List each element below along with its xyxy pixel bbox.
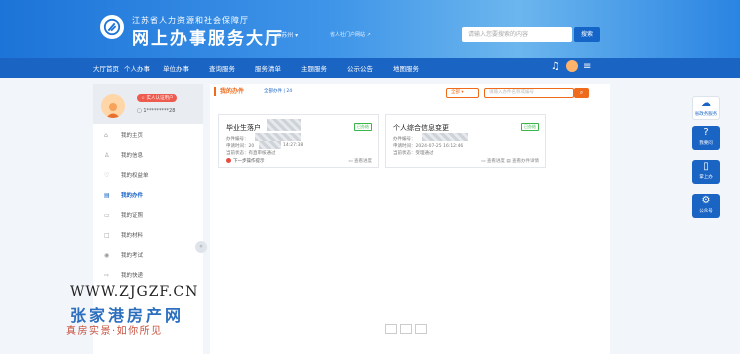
user-avatar-icon[interactable]: [566, 60, 578, 72]
apply-time-tail: 14:27:38: [283, 143, 304, 148]
sidebar-item-cases[interactable]: ▤ 我的办件: [93, 188, 203, 204]
nav-topic[interactable]: 主题服务: [301, 63, 327, 73]
sidebar-item-materials[interactable]: □ 我的材料: [93, 228, 203, 244]
verified-badge: ☆ 实人认证用户: [137, 94, 178, 102]
apply-time: 申请时间：2024-07-25 16:12:46: [393, 144, 464, 149]
avatar: [101, 94, 125, 118]
nav-personal[interactable]: 个人办事: [124, 63, 150, 73]
case-search-input[interactable]: 请输入办件名称或编号: [484, 88, 574, 98]
float-label: 省政务服务: [694, 112, 718, 117]
truck-icon: ⇨: [104, 272, 110, 279]
nav-query[interactable]: 查询服务: [209, 63, 235, 73]
redacted-area: [259, 141, 281, 149]
wechat-float[interactable]: ⚙ 公众号: [692, 194, 720, 218]
search-icon: ⌕: [579, 89, 584, 96]
sidebar-item-label: 我的主页: [121, 133, 144, 139]
main-content: 我的办件 全部办件 | 24 全部 ▾ 请输入办件名称或编号 ⌕ 毕业生落户 已…: [210, 84, 610, 354]
avatar-icon: [106, 103, 120, 118]
case-search-button[interactable]: ⌕: [574, 88, 589, 98]
site-header: 江苏省人力资源和社会保障厅 网上办事服务大厅 ◎苏州 ▾ 省人社门户网站 ↗ 请…: [0, 0, 740, 58]
apply-time: 申请时间：20: [226, 144, 255, 149]
sidebar-item-label: 我的材料: [121, 233, 144, 239]
current-status: 当前状态：有直审核通过: [226, 151, 276, 156]
wechat-icon: ⚙: [701, 195, 711, 206]
card-icon: ▭: [104, 212, 110, 219]
page-title: 我的办件: [220, 88, 245, 95]
nav-unit[interactable]: 单位办事: [163, 63, 189, 73]
nav-notice[interactable]: 公示公告: [347, 63, 373, 73]
redacted-area: [255, 133, 301, 141]
menu-icon[interactable]: ≡: [583, 61, 591, 72]
sidebar-collapse-button[interactable]: «: [195, 241, 207, 253]
next-step-hint[interactable]: 下一步操作提示: [226, 158, 265, 164]
float-label: 掌上办: [699, 175, 713, 180]
phone-icon: ▯: [703, 161, 709, 172]
sidebar-item-label: 我的信息: [121, 153, 144, 159]
list-icon: ▤: [104, 192, 110, 199]
header-search-input[interactable]: 请输入您要搜索的内容: [462, 27, 572, 42]
nav-map[interactable]: 地图服务: [393, 63, 419, 73]
site-logo[interactable]: [100, 15, 124, 39]
nav-home[interactable]: 大厅首页: [93, 63, 119, 73]
sidebar-item-label: 我的考试: [121, 253, 144, 259]
status-badge: 已办结: [354, 123, 372, 131]
main-nav: 大厅首页 个人办事 单位办事 查询服务 服务清单 主题服务 公示公告 地图服务 …: [0, 58, 740, 78]
portal-link[interactable]: 省人社门户网站 ↗: [330, 31, 371, 38]
view-details-link[interactable]: ▭ 查看进度 ▤ 查看办件详情: [481, 158, 539, 164]
nav-service-list[interactable]: 服务清单: [255, 63, 281, 73]
float-label: 我要问: [699, 141, 713, 146]
user-id-text: 1*********28: [143, 108, 176, 114]
exam-icon: ◉: [104, 252, 110, 259]
case-number-label: 办件编号：: [393, 137, 416, 142]
profile-card: ☆ 实人认证用户 ▢ 1*********28: [93, 84, 203, 124]
user-id: ▢ 1*********28: [137, 108, 176, 114]
current-status: 当前状态：受理通过: [393, 151, 434, 156]
gov-service-float[interactable]: ☁ 省政务服务: [692, 96, 720, 120]
case-title: 个人综合信息变更: [393, 124, 449, 132]
status-badge: 已办结: [521, 123, 539, 131]
header-search-button[interactable]: 搜索: [574, 27, 600, 42]
watermark-slogan: 真房实景·如你所见: [66, 326, 163, 337]
case-card[interactable]: 个人综合信息变更 已办结 办件编号： 申请时间：2024-07-25 16:12…: [385, 114, 546, 168]
file-icon: □: [104, 232, 110, 239]
question-icon: ?: [703, 127, 709, 138]
site-title: 网上办事服务大厅: [132, 29, 284, 49]
tab-all-cases[interactable]: 全部办件 | 24: [264, 88, 292, 94]
sidebar-item-express[interactable]: ⇨ 我的快递: [93, 268, 203, 284]
sidebar-item-label: 我的办件: [121, 193, 144, 199]
sidebar-item-home[interactable]: ⌂ 我的主页: [93, 128, 203, 144]
mobile-float[interactable]: ▯ 掌上办: [692, 160, 720, 184]
heart-icon: ♡: [104, 172, 110, 179]
ask-float[interactable]: ? 我要问: [692, 126, 720, 150]
watermark-url: WWW.ZJGZF.CN: [70, 284, 199, 300]
sidebar-item-label: 我的快递: [121, 273, 144, 279]
sidebar-item-label: 我的证照: [121, 213, 144, 219]
status-filter-select[interactable]: 全部 ▾: [446, 88, 479, 98]
float-label: 公众号: [699, 209, 713, 214]
tab-marker: [214, 87, 216, 96]
user-icon: ♙: [104, 152, 110, 159]
cloud-icon: ☁: [701, 98, 711, 109]
sidebar-item-info[interactable]: ♙ 我的信息: [93, 148, 203, 164]
sidebar-item-rights[interactable]: ♡ 我的权益单: [93, 168, 203, 184]
bell-icon[interactable]: ♫: [551, 61, 560, 72]
page-button[interactable]: [385, 324, 397, 334]
sidebar-item-exams[interactable]: ◉ 我的考试: [93, 248, 203, 264]
view-progress-link[interactable]: ▭ 查看进度: [348, 158, 372, 164]
case-card[interactable]: 毕业生落户 已办结 办件编号： 申请时间：20 14:27:38 当前状态：有直…: [218, 114, 379, 168]
redacted-area: [267, 119, 301, 131]
alert-icon: [226, 158, 231, 163]
next-step-label: 下一步操作提示: [233, 159, 265, 164]
page-button[interactable]: [415, 324, 427, 334]
city-selector[interactable]: ◎苏州 ▾: [276, 30, 298, 39]
case-title: 毕业生落户: [226, 124, 261, 132]
redacted-area: [422, 133, 468, 141]
page-button[interactable]: [400, 324, 412, 334]
sidebar-item-label: 我的权益单: [121, 173, 149, 179]
sidebar-item-licenses[interactable]: ▭ 我的证照: [93, 208, 203, 224]
logo-icon: [103, 18, 121, 36]
home-icon: ⌂: [104, 132, 108, 139]
case-number-label: 办件编号：: [226, 137, 249, 142]
